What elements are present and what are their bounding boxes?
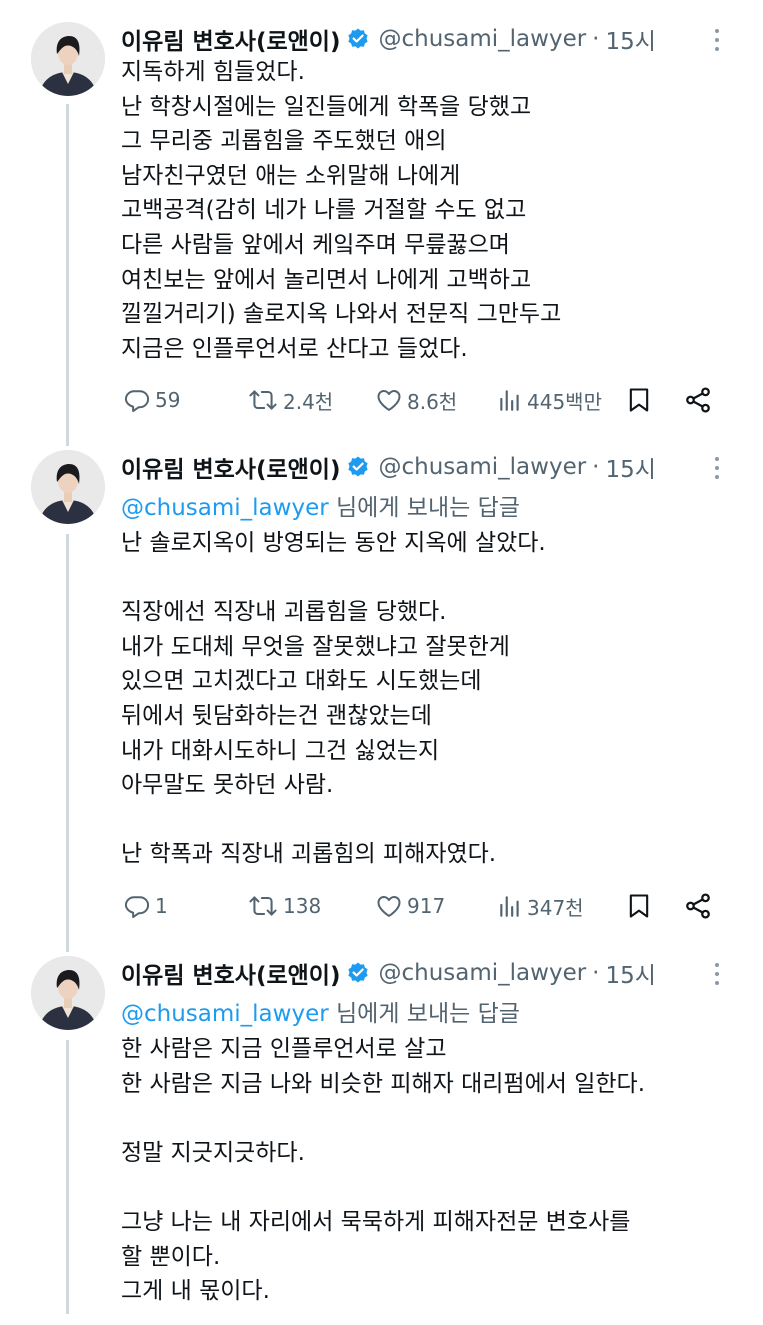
verified-badge-icon[interactable]: [346, 455, 370, 479]
reply-button[interactable]: 1: [123, 888, 168, 924]
retweet-count: 138: [283, 894, 322, 918]
retweet-icon: [249, 390, 277, 410]
retweet-icon: [249, 896, 277, 916]
tweet-time[interactable]: 15시: [605, 956, 655, 990]
views-button[interactable]: 445백만: [497, 382, 602, 418]
share-icon: [686, 893, 710, 919]
heart-icon: [377, 896, 401, 917]
separator-dot: ·: [592, 454, 600, 480]
reply-to-line: @chusami_lawyer 님에게 보내는 답글: [121, 994, 520, 1028]
heart-icon: [377, 390, 401, 411]
author-handle[interactable]: @chusami_lawyer: [378, 960, 586, 986]
tweet-text: 난 솔로지옥이 방영되는 동안 지옥에 살았다. 직장에선 직장내 괴롭힘을 당…: [121, 530, 546, 868]
share-icon: [686, 387, 710, 413]
reply-icon: [124, 390, 150, 413]
bookmark-icon: [629, 894, 649, 918]
author-name[interactable]: 이유림 변호사(로앤이): [121, 22, 340, 56]
avatar-image: [31, 22, 105, 96]
views-chart-icon: [500, 390, 519, 411]
reply-count: 1: [155, 894, 168, 918]
avatar[interactable]: [31, 956, 105, 1030]
bookmark-button[interactable]: [625, 382, 653, 418]
views-button[interactable]: 347천: [497, 888, 584, 924]
views-chart-icon: [500, 896, 519, 917]
separator-dot: ·: [592, 26, 600, 52]
reply-to-label: 님에게 보내는 답글: [328, 1001, 520, 1027]
more-options-icon[interactable]: [708, 454, 726, 482]
author-handle[interactable]: @chusami_lawyer: [378, 454, 586, 480]
author-name[interactable]: 이유림 변호사(로앤이): [121, 450, 340, 484]
tweet[interactable]: 이유림 변호사(로앤이) @chusami_lawyer · 15시 지독하게 …: [0, 22, 763, 442]
author-handle[interactable]: @chusami_lawyer: [378, 26, 586, 52]
reply-to-mention[interactable]: @chusami_lawyer: [121, 495, 329, 521]
like-button[interactable]: 8.6천: [375, 382, 457, 418]
like-count: 8.6천: [407, 389, 458, 414]
tweet-time[interactable]: 15시: [605, 22, 655, 56]
retweet-button[interactable]: 2.4천: [247, 382, 333, 418]
more-options-icon[interactable]: [708, 26, 726, 54]
bookmark-button[interactable]: [625, 888, 653, 924]
reply-to-line: @chusami_lawyer 님에게 보내는 답글: [121, 488, 520, 522]
views-count: 347천: [527, 895, 584, 920]
retweet-button[interactable]: 138: [247, 888, 321, 924]
views-count: 445백만: [527, 389, 602, 414]
like-button[interactable]: 917: [375, 888, 445, 924]
reply-button[interactable]: 59: [123, 382, 180, 418]
separator-dot: ·: [592, 960, 600, 986]
verified-badge-icon[interactable]: [346, 27, 370, 51]
reply-icon: [124, 896, 150, 919]
avatar[interactable]: [31, 450, 105, 524]
author-name[interactable]: 이유림 변호사(로앤이): [121, 956, 340, 990]
retweet-count: 2.4천: [283, 389, 334, 414]
like-count: 917: [407, 894, 446, 918]
tweet-header: 이유림 변호사(로앤이) @chusami_lawyer · 15시: [121, 22, 656, 56]
more-options-icon[interactable]: [708, 960, 726, 988]
tweet-text: 지독하게 힘들었다. 난 학창시절에는 일진들에게 학폭을 당했고 그 무리중 …: [121, 59, 562, 362]
tweet[interactable]: 이유림 변호사(로앤이) @chusami_lawyer · 15시 @chus…: [0, 956, 763, 1325]
action-bar: 1 138 917 347천: [121, 888, 721, 924]
tweet-header: 이유림 변호사(로앤이) @chusami_lawyer · 15시: [121, 450, 656, 484]
tweet[interactable]: 이유림 변호사(로앤이) @chusami_lawyer · 15시 @chus…: [0, 450, 763, 930]
bookmark-icon: [629, 388, 649, 412]
reply-to-mention[interactable]: @chusami_lawyer: [121, 1001, 329, 1027]
avatar[interactable]: [31, 22, 105, 96]
verified-badge-icon[interactable]: [346, 961, 370, 985]
tweet-header: 이유림 변호사(로앤이) @chusami_lawyer · 15시: [121, 956, 656, 990]
tweet-text: 한 사람은 지금 인플루언서로 살고 한 사람은 지금 나와 비슷한 피해자 대…: [121, 1036, 646, 1305]
action-bar: 59 2.4천 8.6천 445백만: [121, 382, 721, 418]
share-button[interactable]: [683, 888, 713, 924]
share-button[interactable]: [683, 382, 713, 418]
avatar-image: [31, 450, 105, 524]
tweet-time[interactable]: 15시: [605, 450, 655, 484]
reply-count: 59: [155, 388, 181, 412]
avatar-image: [31, 956, 105, 1030]
reply-to-label: 님에게 보내는 답글: [328, 495, 520, 521]
